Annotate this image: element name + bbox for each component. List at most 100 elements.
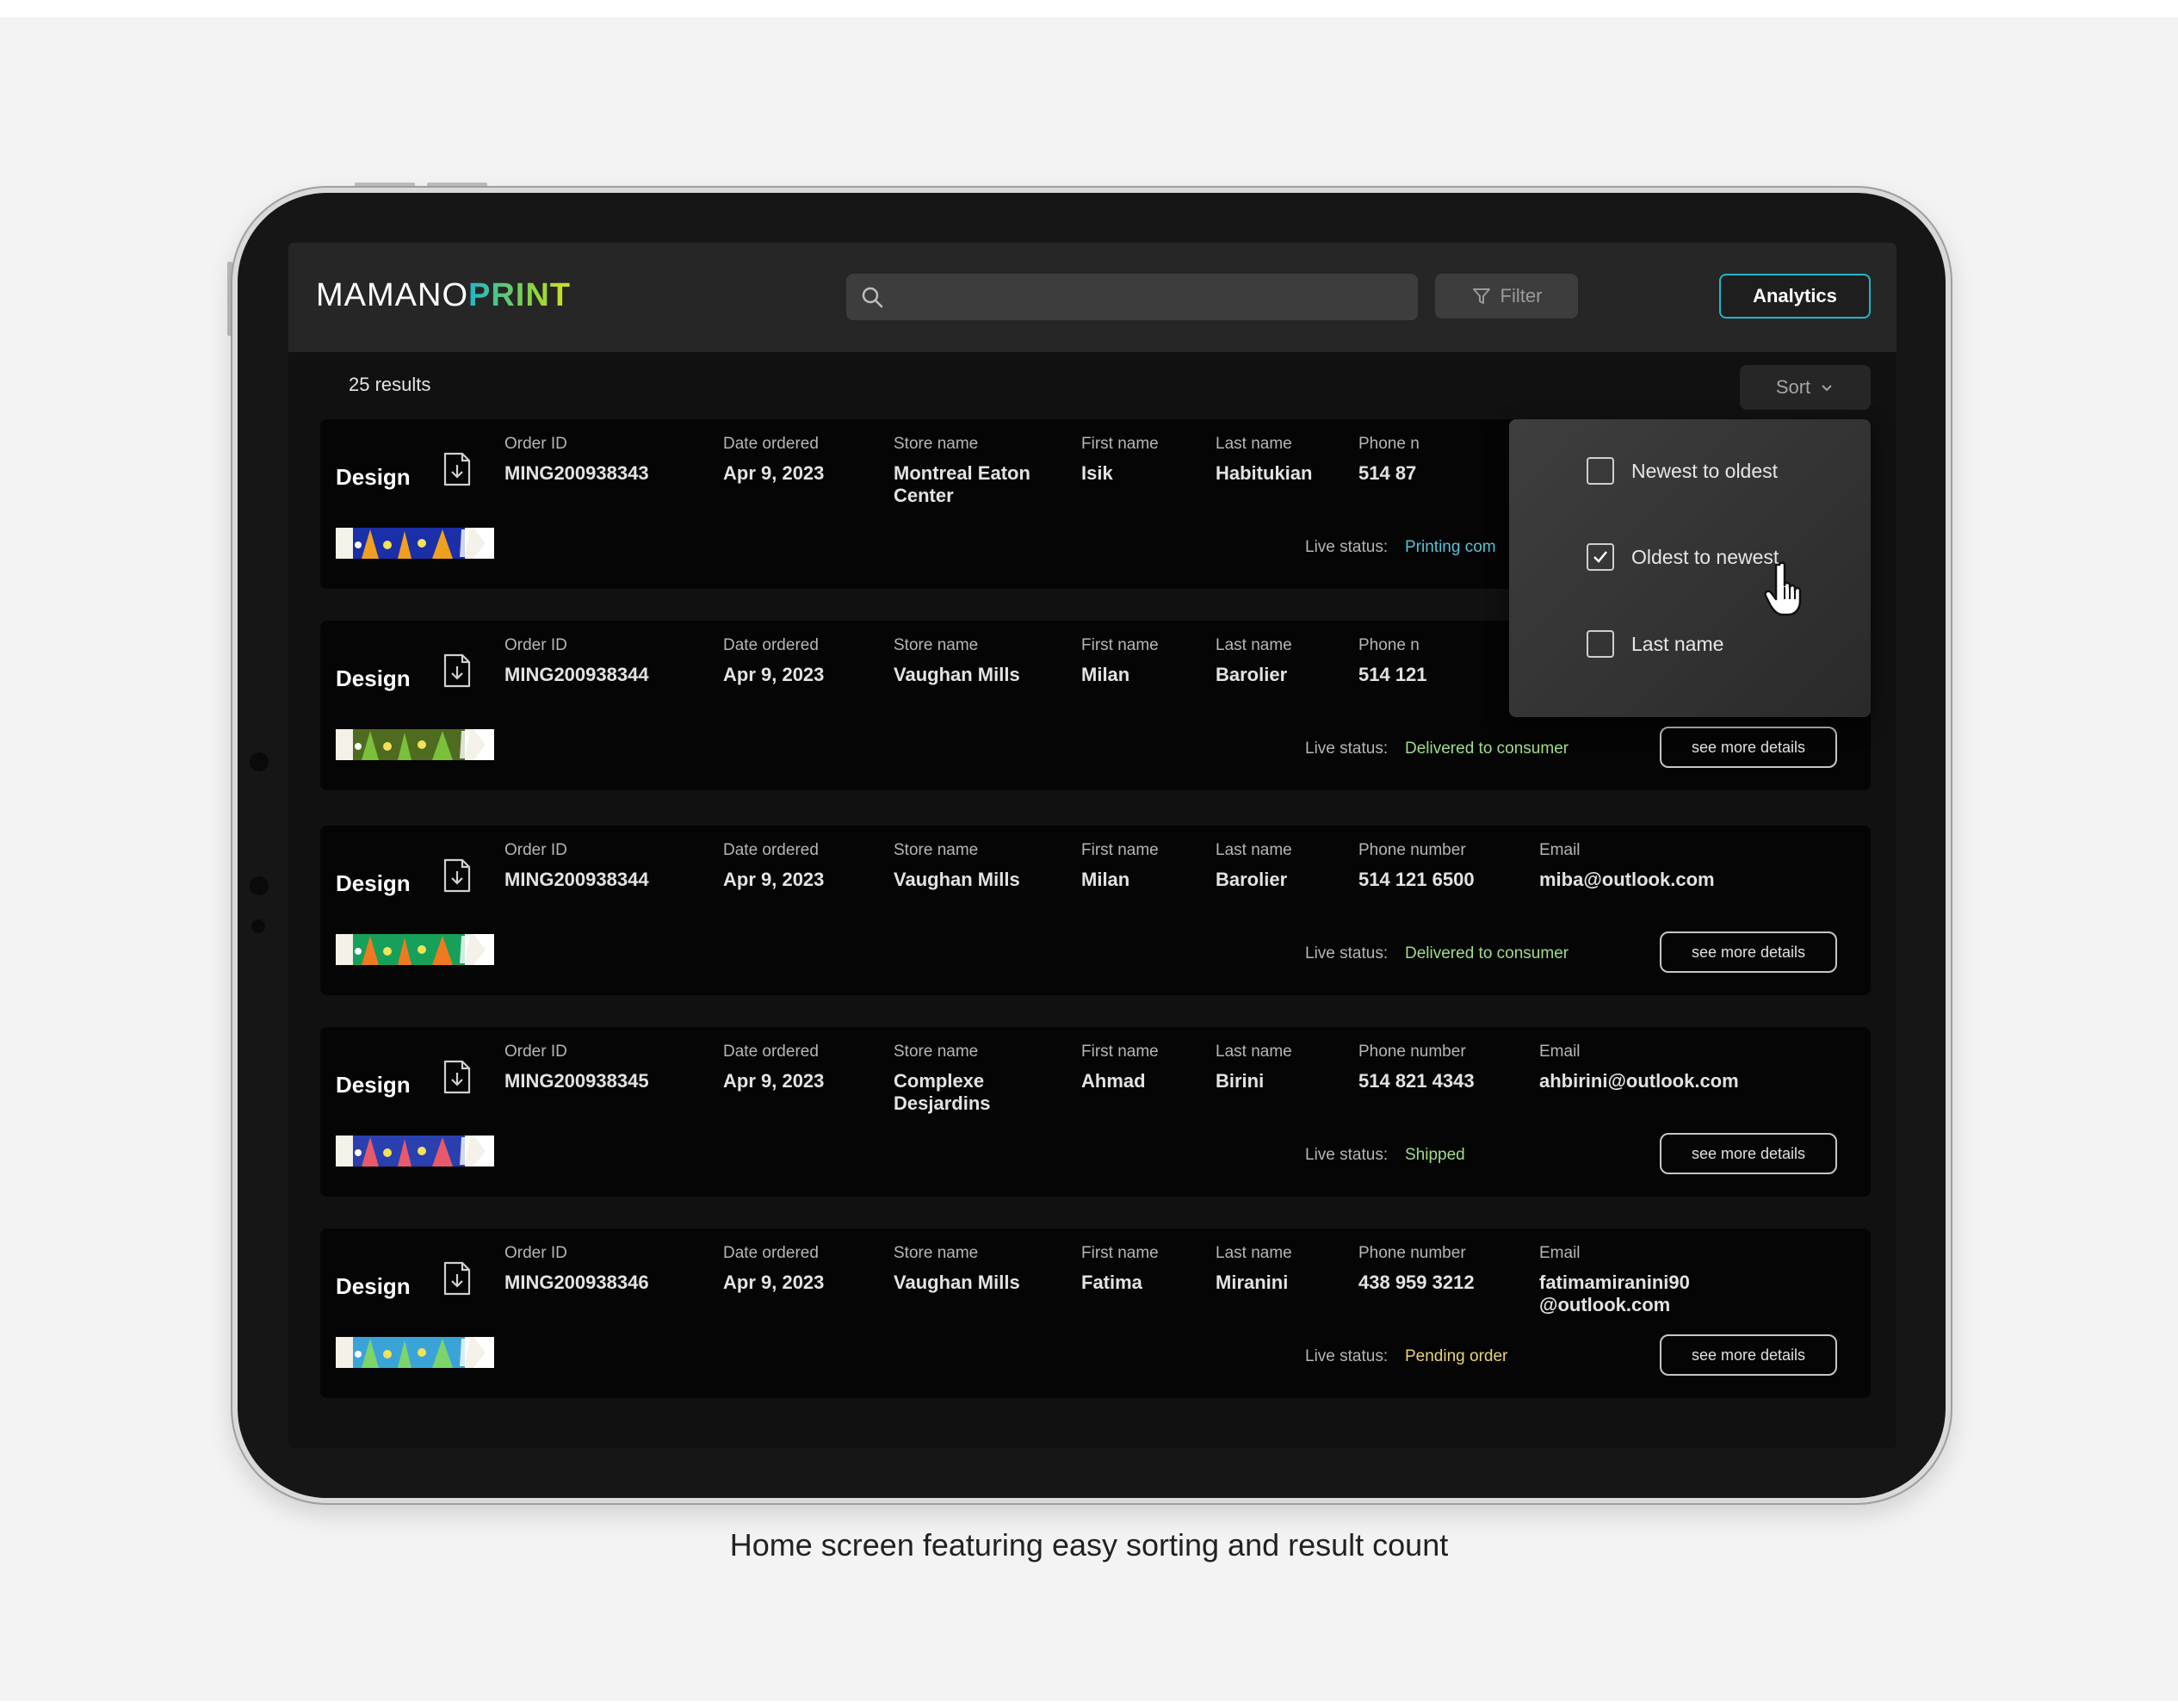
download-file-icon[interactable] — [442, 452, 472, 486]
design-thumbnail[interactable] — [336, 1337, 494, 1368]
field-label-email: Email — [1539, 1043, 1581, 1061]
download-file-icon[interactable] — [442, 1060, 472, 1094]
logo-text-right: PRINT — [468, 277, 571, 313]
field-label-last: Last name — [1216, 841, 1292, 859]
results-count: 25 results — [349, 374, 431, 395]
chevron-down-icon — [1822, 385, 1832, 392]
hand-cursor-icon — [1764, 561, 1802, 616]
sort-option-label: Last name — [1631, 632, 1724, 655]
field-value-order_id: MING200938346 — [504, 1272, 649, 1293]
download-file-icon[interactable] — [442, 858, 472, 893]
analytics-button[interactable]: Analytics — [1719, 274, 1871, 319]
filter-button[interactable]: Filter — [1435, 274, 1578, 319]
design-label: Design — [336, 1273, 411, 1299]
field-label-email: Email — [1539, 1244, 1581, 1262]
checkbox-newest[interactable] — [1587, 457, 1614, 485]
details-label: see more details — [1691, 1144, 1806, 1162]
checkbox-last-name[interactable] — [1587, 630, 1614, 658]
details-label: see more details — [1691, 738, 1806, 756]
field-label-phone: Phone number — [1358, 1244, 1466, 1262]
app-logo[interactable]: MAMANOPRINT — [316, 277, 571, 314]
field-label-last: Last name — [1216, 1244, 1292, 1262]
live-status-value: Shipped — [1405, 1146, 1465, 1164]
design-label: Design — [336, 870, 411, 896]
field-label-first: First name — [1081, 1244, 1159, 1262]
field-value-email: fatimamiranini90 @outlook.com — [1539, 1272, 1690, 1315]
field-label-phone: Phone n — [1358, 636, 1420, 654]
see-more-details-button[interactable]: see more details — [1660, 1133, 1837, 1174]
field-label-date: Date ordered — [723, 1043, 819, 1061]
sort-label: Sort — [1775, 376, 1811, 398]
design-label: Design — [336, 464, 411, 490]
field-label-last: Last name — [1216, 636, 1292, 654]
field-label-date: Date ordered — [723, 636, 819, 654]
field-value-store: Montreal Eaton Center — [894, 462, 1030, 506]
live-status-label: Live status: — [1305, 944, 1389, 962]
field-value-email: ahbirini@outlook.com — [1539, 1070, 1739, 1092]
sort-option-label: Oldest to newest — [1631, 545, 1779, 568]
design-thumbnail[interactable] — [336, 729, 494, 760]
see-more-details-button[interactable]: see more details — [1660, 931, 1837, 973]
details-label: see more details — [1691, 943, 1806, 961]
field-label-order_id: Order ID — [504, 841, 567, 859]
live-status-label: Live status: — [1305, 538, 1389, 556]
logo-text-left: MAMANO — [316, 277, 468, 313]
filter-label: Filter — [1500, 285, 1543, 306]
analytics-label: Analytics — [1753, 285, 1837, 306]
order-card: Design Order ID MING200938345 Date ordered A… — [320, 1027, 1871, 1197]
field-value-order_id: MING200938344 — [504, 869, 649, 890]
live-status-label: Live status: — [1305, 1146, 1389, 1164]
sort-option-label: Newest to oldest — [1631, 459, 1779, 482]
caption: Home screen featuring easy sorting and r… — [729, 1527, 1449, 1563]
field-label-order_id: Order ID — [504, 1244, 567, 1262]
search-icon — [862, 287, 883, 308]
field-value-store: Vaughan Mills — [894, 1272, 1020, 1293]
page-bottom-strip — [0, 1701, 2178, 1708]
field-label-order_id: Order ID — [504, 1043, 567, 1061]
live-status-value: Delivered to consumer — [1405, 944, 1569, 962]
field-value-store: Vaughan Mills — [894, 664, 1020, 685]
camera-dot — [250, 752, 269, 771]
download-file-icon[interactable] — [442, 653, 472, 688]
search-input[interactable] — [846, 274, 1418, 320]
page-top-strip — [0, 0, 2178, 17]
design-thumbnail[interactable] — [336, 934, 494, 965]
see-more-details-button[interactable]: see more details — [1660, 1334, 1837, 1376]
download-file-icon[interactable] — [442, 1261, 472, 1296]
top-bar: MAMANOPRINT Filter Analytics — [288, 243, 1896, 352]
field-label-store: Store name — [894, 636, 979, 654]
field-label-order_id: Order ID — [504, 636, 567, 654]
field-value-phone: 438 959 3212 — [1358, 1272, 1475, 1293]
field-value-order_id: MING200938344 — [504, 664, 649, 685]
field-label-last: Last name — [1216, 435, 1292, 453]
checkbox-oldest[interactable] — [1587, 543, 1614, 571]
field-label-first: First name — [1081, 1043, 1159, 1061]
filter-icon — [1472, 288, 1490, 304]
field-label-phone: Phone n — [1358, 435, 1420, 453]
field-label-store: Store name — [894, 435, 979, 453]
see-more-details-button[interactable]: see more details — [1660, 727, 1837, 768]
live-status-value: Delivered to consumer — [1405, 740, 1569, 758]
field-label-store: Store name — [894, 1244, 979, 1262]
checkmark-icon — [1593, 551, 1607, 563]
details-label: see more details — [1691, 1346, 1806, 1364]
sort-button[interactable]: Sort — [1740, 365, 1871, 410]
field-value-phone: 514 821 4343 — [1358, 1070, 1475, 1092]
live-status-value: Printing com — [1405, 538, 1496, 556]
sort-option-last-name[interactable]: Last name — [1587, 630, 1723, 658]
field-value-store: Complexe Desjardins — [894, 1070, 991, 1114]
field-label-first: First name — [1081, 636, 1159, 654]
field-label-email: Email — [1539, 841, 1581, 859]
order-card: Design Order ID MING200938344 Date ordered A… — [320, 826, 1871, 995]
design-thumbnail[interactable] — [336, 528, 494, 559]
design-label: Design — [336, 1072, 411, 1098]
field-label-date: Date ordered — [723, 1244, 819, 1262]
app-screen: MAMANOPRINT Filter Analytics 25 results … — [288, 243, 1896, 1448]
field-label-first: First name — [1081, 435, 1159, 453]
design-thumbnail[interactable] — [336, 1136, 494, 1167]
sort-option-oldest[interactable]: Oldest to newest — [1587, 543, 1779, 571]
sort-option-newest[interactable]: Newest to oldest — [1587, 457, 1778, 485]
field-label-date: Date ordered — [723, 841, 819, 859]
field-value-email: miba@outlook.com — [1539, 869, 1715, 890]
sort-dropdown: Newest to oldest Oldest to newest Last n… — [1509, 419, 1871, 717]
